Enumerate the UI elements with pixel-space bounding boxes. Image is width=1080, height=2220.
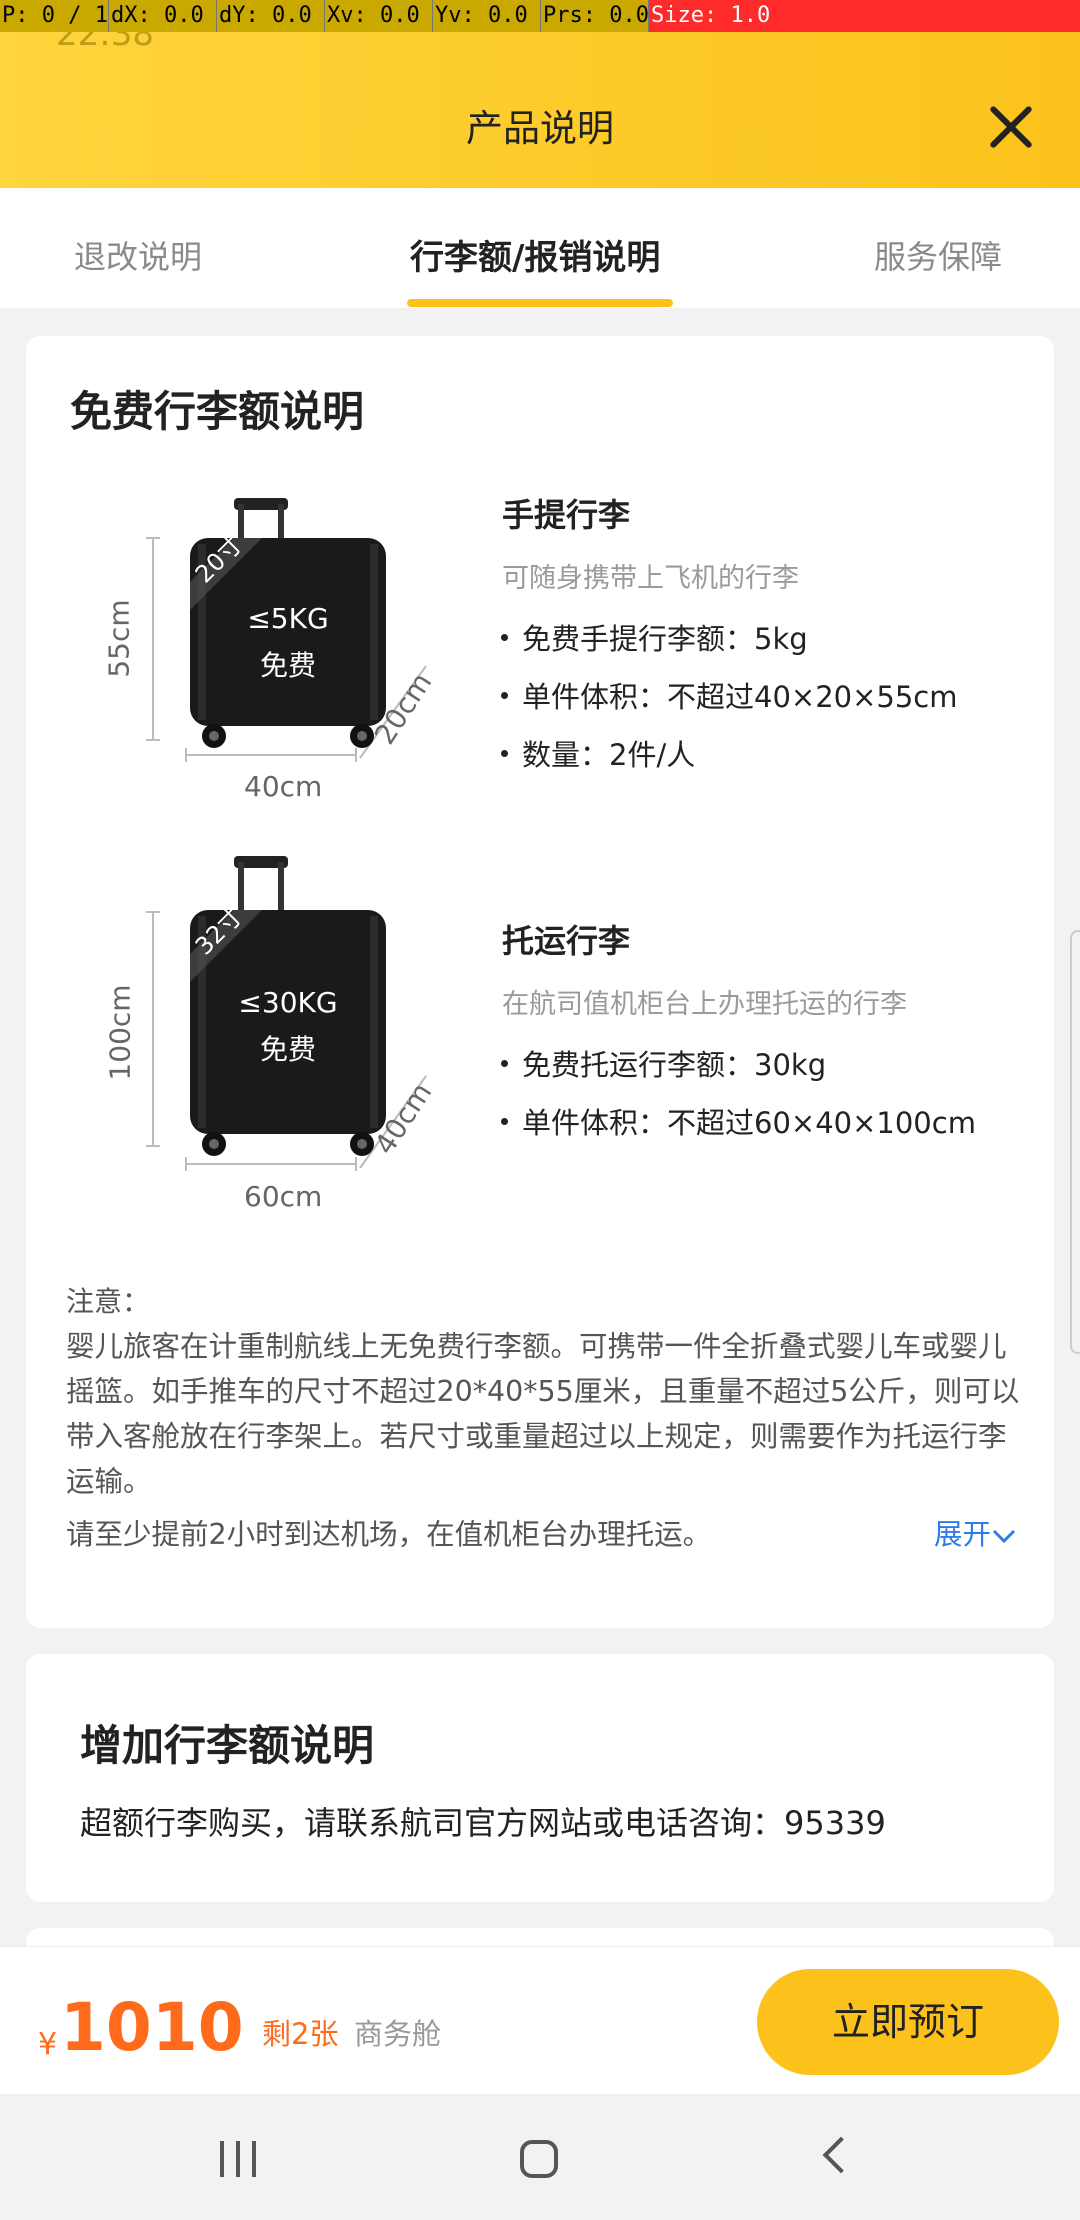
close-icon[interactable]	[986, 102, 1036, 152]
scroll-indicator	[1070, 930, 1080, 1354]
expand-label: 展开	[934, 1518, 992, 1551]
note-label: 注意：	[66, 1285, 151, 1318]
list-item: 单件体积：不超过60×40×100cm	[501, 1100, 976, 1142]
debug-dx: dX: 0.0	[108, 0, 216, 32]
expand-link[interactable]: 展开	[934, 1512, 1017, 1553]
debug-pointer: P: 0 / 1	[2, 3, 108, 28]
debug-yv: Yv: 0.0	[432, 0, 540, 32]
section-title: 免费行李额说明	[70, 387, 365, 436]
back-icon[interactable]	[822, 2136, 860, 2174]
list-item: 单件体积：不超过40×20×55cm	[501, 674, 958, 716]
active-tab-indicator	[407, 299, 673, 307]
cabin-class: 商务舱	[354, 2017, 442, 2051]
price: 1010	[60, 1989, 244, 2066]
free-baggage-card: 免费行李额说明 20寸 ≤5KG 免费 55cm 40cm 20cm 手提行李 …	[26, 336, 1054, 1628]
booking-bar: ¥ 1010 剩2张 商务舱 立即预订	[0, 1946, 1080, 2095]
list-item: 数量：2件/人	[500, 732, 695, 774]
debug-dy: dY: 0.0	[216, 0, 324, 32]
book-now-button[interactable]: 立即预订	[757, 1969, 1059, 2075]
extra-baggage-desc: 超额行李购买，请联系航司官方网站或电话咨询：95339	[80, 1804, 886, 1842]
section-title: 增加行李额说明	[80, 1721, 375, 1770]
checked-suitcase-illustration	[146, 856, 427, 1171]
seats-remaining: 剩2张	[262, 2017, 339, 2051]
checked-subtitle: 在航司值机柜台上办理托运的行李	[502, 989, 907, 1020]
tab-baggage[interactable]: 行李额/报销说明	[410, 230, 660, 279]
tab-refund[interactable]: 退改说明	[74, 232, 202, 278]
header: 产品说明	[0, 32, 1080, 188]
currency-symbol: ¥	[38, 2027, 58, 2062]
debug-prs: Prs: 0.0	[540, 0, 648, 32]
tab-service[interactable]: 服务保障	[874, 232, 1002, 278]
page-title: 产品说明	[466, 107, 614, 150]
debug-xv: Xv: 0.0	[324, 0, 432, 32]
carry-on-suitcase-illustration	[146, 498, 427, 762]
home-icon[interactable]	[520, 2140, 558, 2178]
system-nav-bar	[0, 2094, 1080, 2220]
tab-bar: 退改说明 行李额/报销说明 服务保障	[0, 188, 1080, 308]
list-item: 免费手提行李额：5kg	[501, 616, 808, 658]
list-item: 免费托运行李额：30kg	[500, 1042, 826, 1084]
recent-apps-icon[interactable]	[216, 2141, 260, 2177]
pointer-debug-bar: P: 0 / 1 dX: 0.0 dY: 0.0 Xv: 0.0 Yv: 0.0…	[0, 0, 1080, 32]
carry-on-subtitle: 可随身携带上飞机的行李	[502, 563, 799, 594]
note-text: 婴儿旅客在计重制航线上无免费行李额。可携带一件全折叠式婴儿车或婴儿摇篮。如手推车…	[66, 1330, 1020, 1498]
checkin-tip: 请至少提前2小时到达机场，在值机柜台办理托运。	[66, 1518, 712, 1551]
chevron-down-icon	[992, 1529, 1016, 1544]
carry-on-title: 手提行李	[502, 496, 631, 534]
extra-baggage-card: 增加行李额说明 超额行李购买，请联系航司官方网站或电话咨询：95339	[26, 1654, 1054, 1902]
debug-size: Size: 1.0	[648, 0, 1080, 32]
checked-title: 托运行李	[502, 922, 631, 960]
